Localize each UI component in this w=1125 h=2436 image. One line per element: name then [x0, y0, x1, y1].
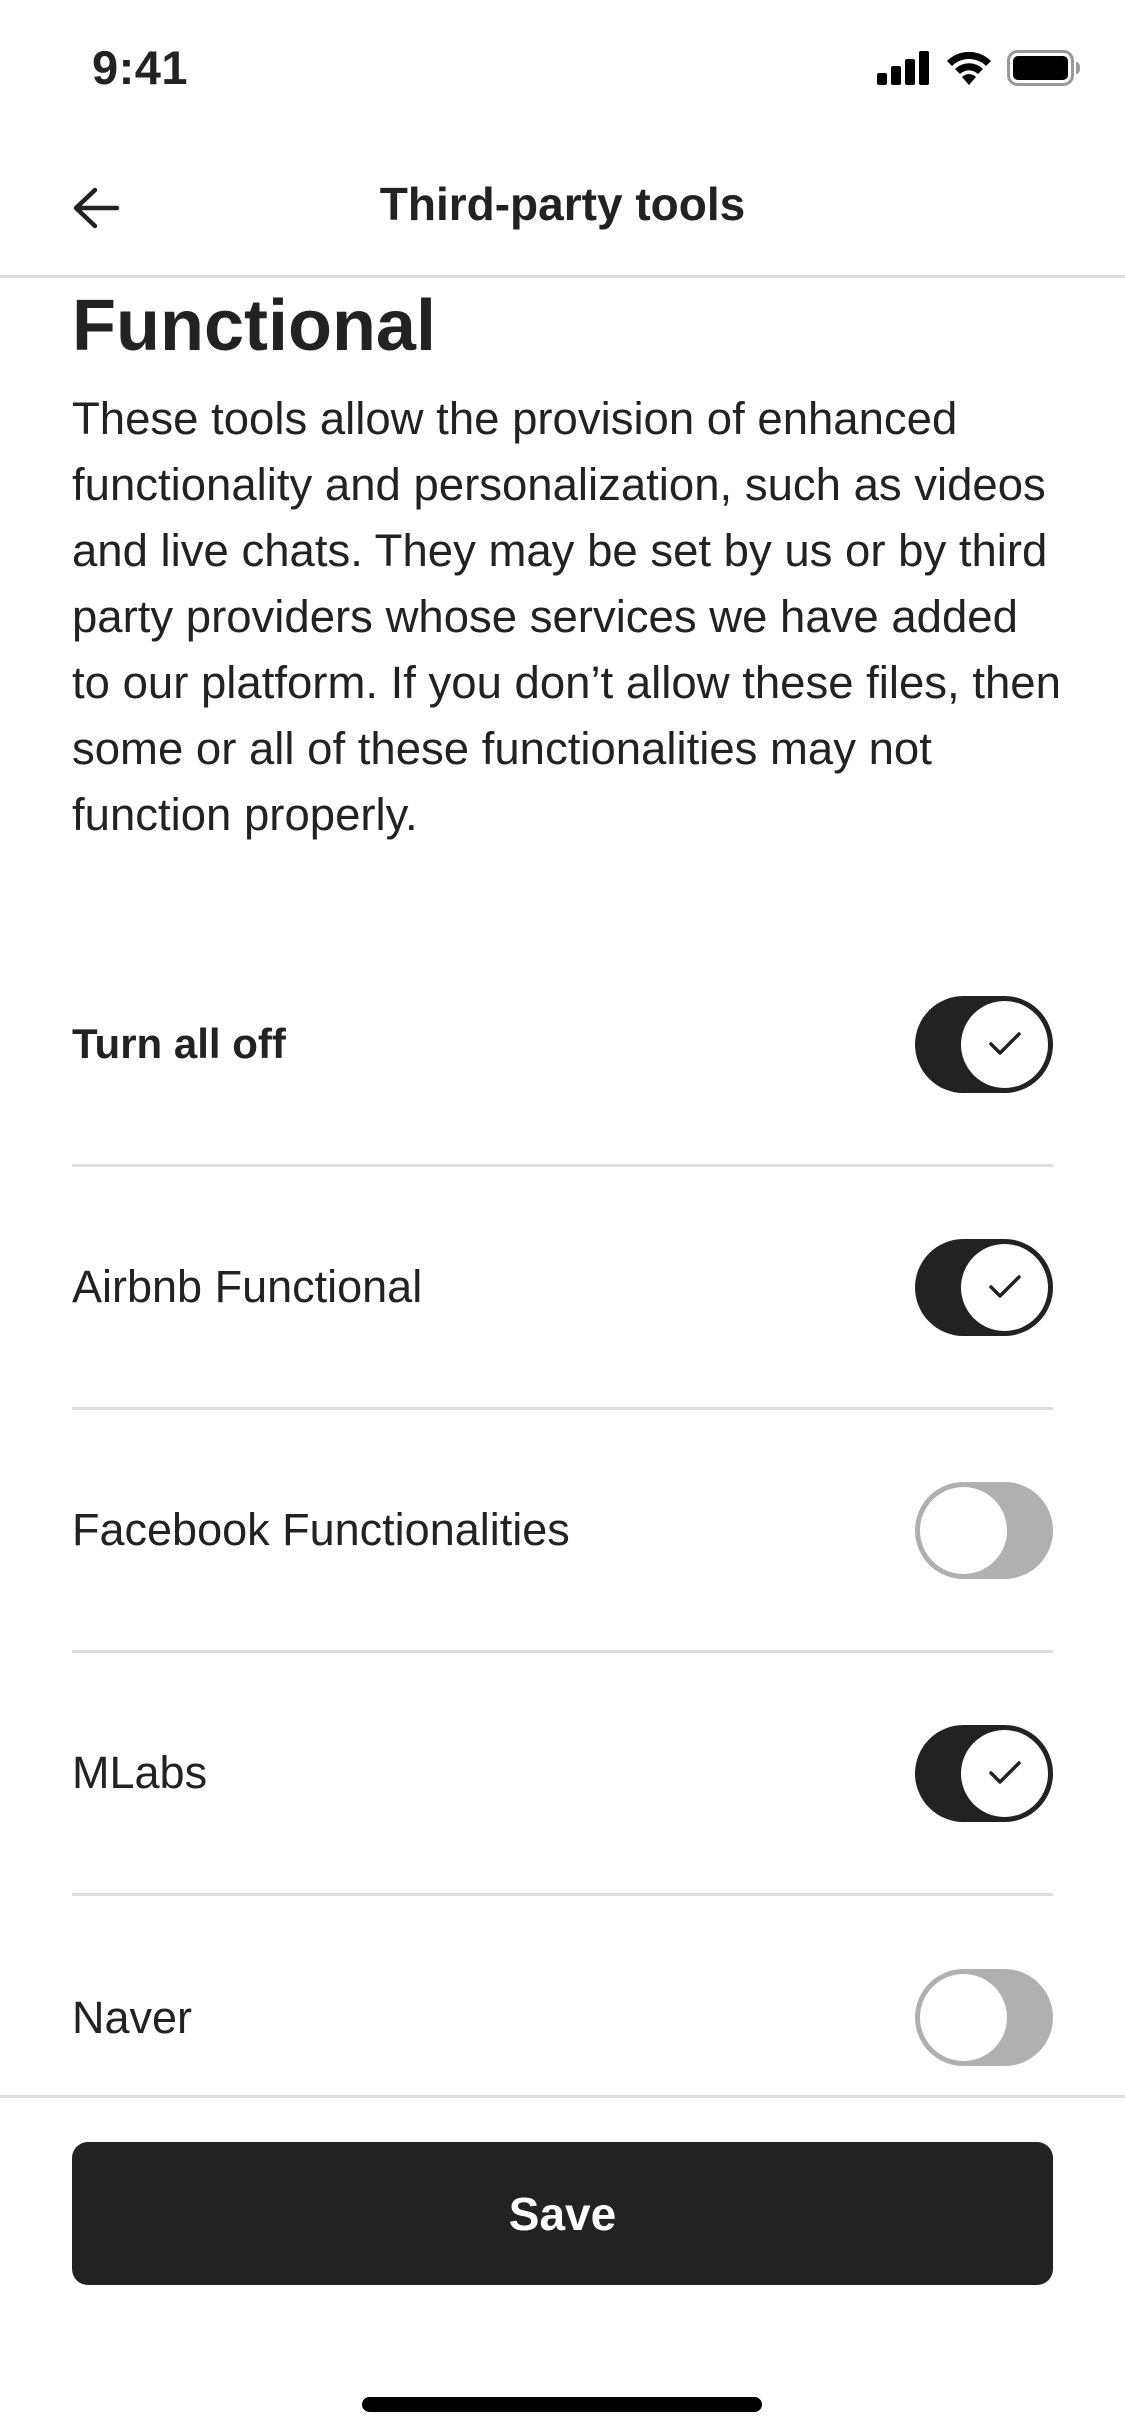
toggle-switch[interactable] [915, 1724, 1053, 1822]
status-icons [877, 50, 1081, 86]
toggle-row-airbnb-functional: Airbnb Functional [72, 1167, 1053, 1410]
save-button[interactable]: Save [72, 2142, 1053, 2285]
toggle-label: Facebook Functionalities [72, 1504, 570, 1555]
toggle-row-mlabs: MLabs [72, 1653, 1053, 1896]
cellular-signal-icon [877, 51, 929, 85]
checkmark-icon [988, 1032, 1021, 1055]
footer: Save [0, 2095, 1125, 2436]
toggle-switch[interactable] [915, 1969, 1053, 2066]
home-indicator[interactable] [362, 2397, 762, 2412]
toggle-label: MLabs [72, 1747, 208, 1798]
toggle-row-facebook-functionalities: Facebook Functionalities [72, 1410, 1053, 1653]
toggle-row-naver: Naver [72, 1896, 1053, 2095]
section-title: Functional [72, 286, 436, 366]
checkmark-icon [988, 1761, 1021, 1784]
toggle-knob [961, 1243, 1048, 1331]
toggle-knob [920, 1974, 1007, 2061]
nav-bar: Third-party tools [0, 140, 1125, 278]
battery-icon [1007, 50, 1080, 86]
toggle-switch[interactable] [915, 1238, 1053, 1336]
wifi-icon [947, 51, 991, 85]
toggle-switch[interactable] [915, 1481, 1053, 1579]
toggle-switch[interactable] [915, 995, 1053, 1093]
content-scroll-area[interactable]: Functional These tools allow the provisi… [0, 281, 1125, 2095]
toggle-row-turn-all-off: Turn all off [72, 924, 1053, 1167]
toggle-knob [961, 1729, 1048, 1817]
toggle-knob [920, 1486, 1007, 1574]
status-bar: 9:41 [0, 0, 1125, 140]
toggle-label: Airbnb Functional [72, 1261, 423, 1312]
toggle-label: Turn all off [72, 1020, 286, 1067]
checkmark-icon [988, 1275, 1021, 1298]
toggle-label: Naver [72, 1991, 193, 2043]
status-time: 9:41 [92, 41, 189, 94]
toggle-knob [961, 1000, 1048, 1088]
page-title: Third-party tools [379, 178, 746, 230]
section-description: These tools allow the provision of enhan… [72, 393, 1061, 840]
